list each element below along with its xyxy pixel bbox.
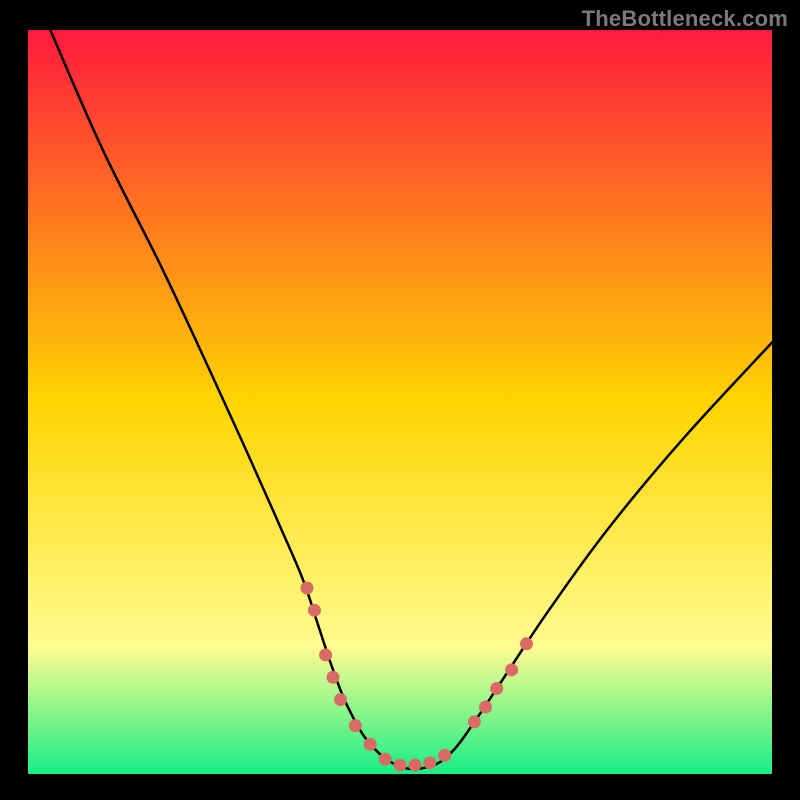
marker-dot bbox=[349, 719, 362, 732]
marker-dot bbox=[468, 715, 481, 728]
watermark-label: TheBottleneck.com bbox=[582, 6, 788, 32]
bottleneck-chart bbox=[0, 0, 800, 800]
marker-dot bbox=[301, 582, 314, 595]
marker-dot bbox=[364, 738, 377, 751]
marker-dot bbox=[334, 693, 347, 706]
marker-dot bbox=[479, 701, 492, 714]
marker-dot bbox=[505, 663, 518, 676]
chart-container: TheBottleneck.com bbox=[0, 0, 800, 800]
marker-dot bbox=[408, 759, 421, 772]
marker-dot bbox=[423, 756, 436, 769]
marker-dot bbox=[490, 682, 503, 695]
marker-dot bbox=[327, 671, 340, 684]
marker-dot bbox=[319, 648, 332, 661]
marker-dot bbox=[308, 604, 321, 617]
marker-dot bbox=[379, 753, 392, 766]
marker-dot bbox=[520, 637, 533, 650]
marker-dot bbox=[438, 749, 451, 762]
plot-background bbox=[28, 30, 772, 774]
marker-dot bbox=[394, 759, 407, 772]
